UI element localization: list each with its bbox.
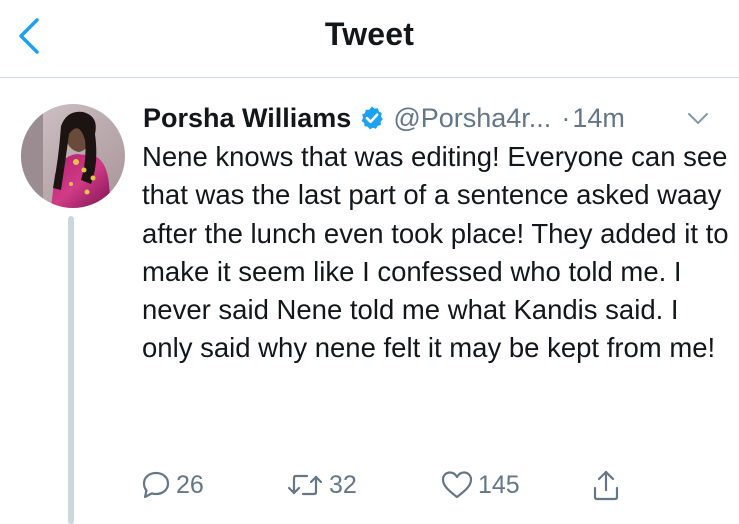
profile-photo (21, 104, 125, 208)
like-count: 145 (478, 470, 520, 499)
author-name[interactable]: Porsha Williams (143, 103, 351, 134)
author-handle[interactable]: @Porsha4r... (393, 103, 551, 134)
retweet-button[interactable]: 32 (285, 465, 357, 505)
share-button[interactable] (590, 465, 622, 505)
avatar[interactable] (21, 104, 125, 208)
heart-icon (441, 471, 473, 499)
tweet-timestamp[interactable]: 14m (572, 103, 625, 134)
tweet-text: Nene knows that was editing! Everyone ca… (142, 141, 729, 364)
verified-badge-icon (359, 105, 385, 131)
chevron-down-icon (688, 113, 708, 124)
retweet-icon (287, 474, 323, 496)
share-icon (593, 470, 619, 501)
tweet-actions: 26 32 145 (140, 465, 739, 505)
reply-count: 26 (176, 470, 204, 499)
reply-button[interactable]: 26 (140, 465, 204, 505)
reply-icon (142, 471, 170, 499)
thread-line (68, 216, 74, 524)
like-button[interactable]: 145 (440, 465, 520, 505)
retweet-count: 32 (329, 470, 357, 499)
separator-dot: · (561, 102, 571, 133)
tweet-menu-button[interactable] (686, 108, 710, 130)
top-bar: Tweet (0, 0, 739, 78)
tweet-header: Porsha Williams @Porsha4r... · 14m (143, 100, 625, 136)
page-title: Tweet (324, 16, 415, 52)
